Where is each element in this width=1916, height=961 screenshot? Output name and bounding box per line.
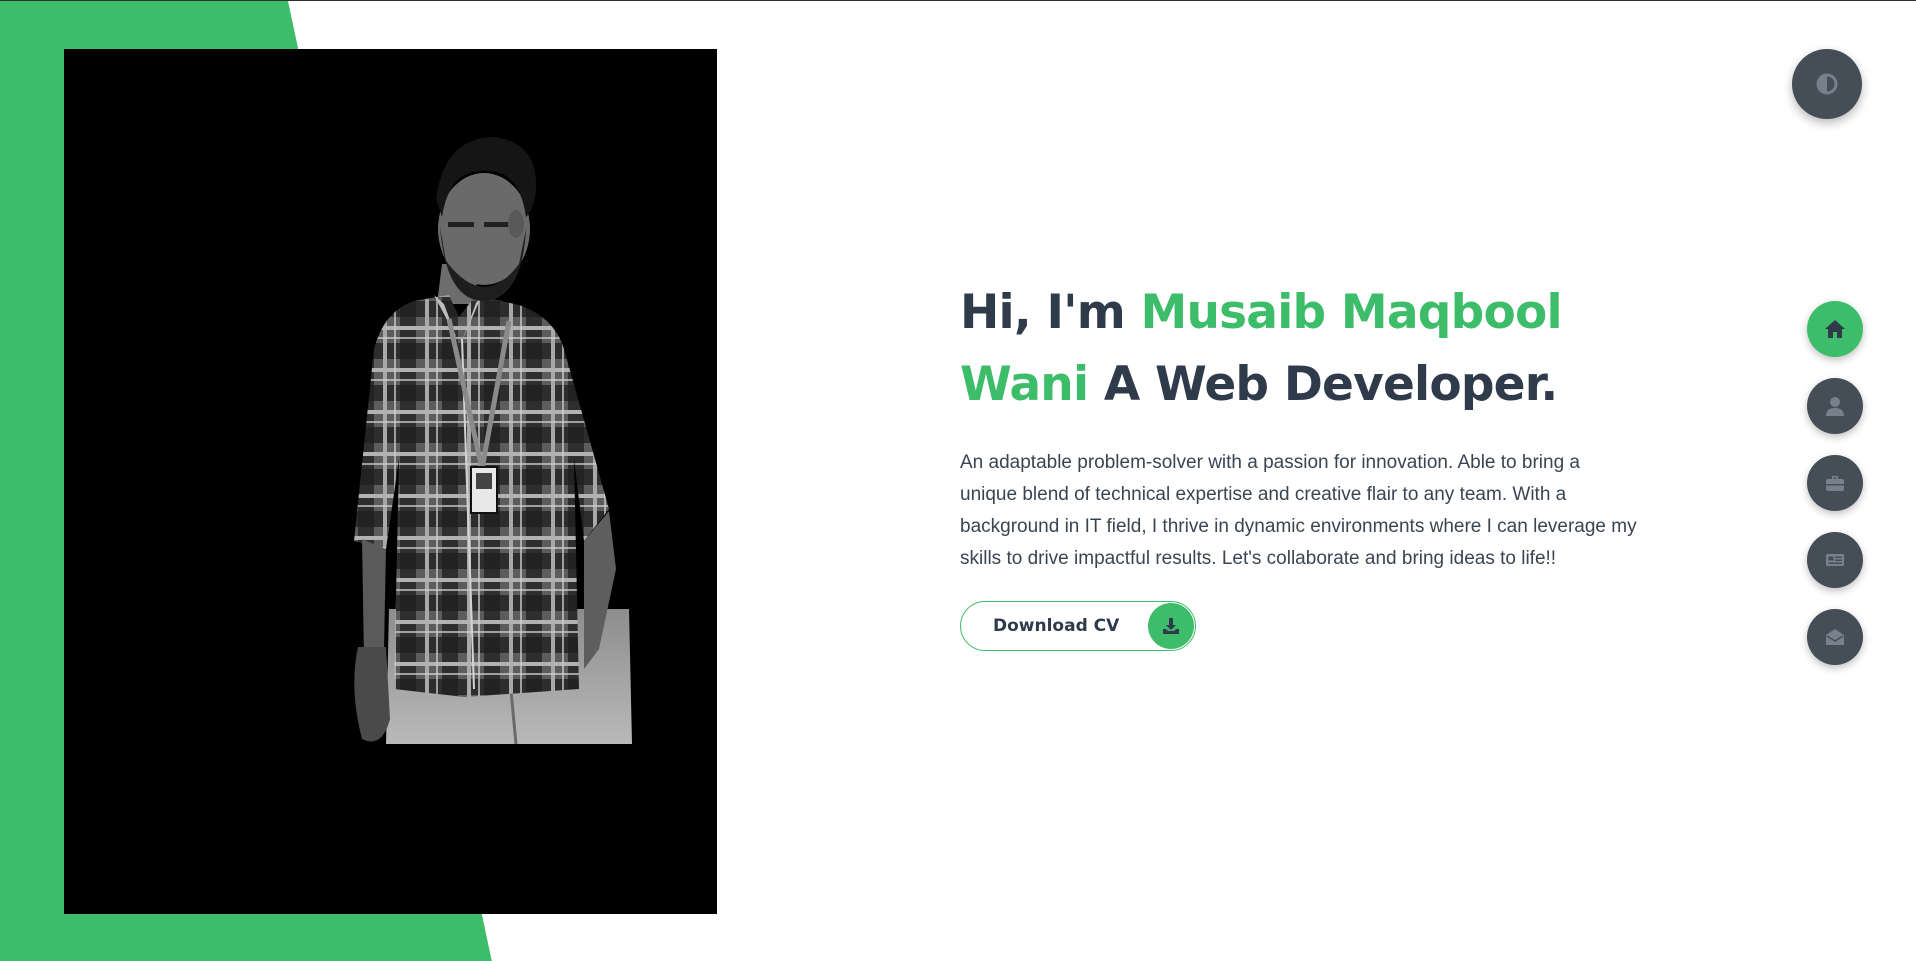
portrait-photo (64, 49, 717, 914)
download-icon (1148, 603, 1194, 649)
nav-item-portfolio[interactable] (1807, 455, 1863, 511)
side-navigation (1807, 301, 1863, 686)
headline-name-line-1: Musaib Maqbool (1140, 285, 1562, 340)
nav-item-home[interactable] (1807, 301, 1863, 357)
envelope-open-icon (1826, 629, 1844, 645)
nav-item-blog[interactable] (1807, 532, 1863, 588)
download-cv-label: Download CV (993, 616, 1120, 636)
contrast-icon (1816, 73, 1838, 95)
download-cv-button[interactable]: Download CV (960, 601, 1196, 651)
nav-item-about[interactable] (1807, 378, 1863, 434)
headline-name-line-2: Wani (960, 357, 1089, 412)
user-icon (1826, 397, 1844, 416)
home-icon (1825, 320, 1845, 338)
headline-greeting: Hi, I'm (960, 285, 1141, 340)
theme-toggle-button[interactable] (1792, 49, 1862, 119)
hero-content: Hi, I'm Musaib Maqbool Wani A Web Develop… (960, 277, 1640, 651)
briefcase-icon (1826, 476, 1844, 491)
newspaper-icon (1826, 554, 1844, 566)
intro-paragraph: An adaptable problem-solver with a passi… (960, 452, 1637, 569)
headline-role: A Web Developer. (1088, 357, 1558, 412)
hero-headline: Hi, I'm Musaib Maqbool Wani A Web Develop… (960, 277, 1640, 421)
nav-item-contact[interactable] (1807, 609, 1863, 665)
home-page: Hi, I'm Musaib Maqbool Wani A Web Develop… (0, 0, 1916, 961)
